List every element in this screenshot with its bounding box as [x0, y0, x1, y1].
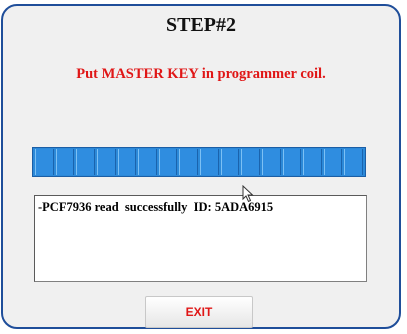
- log-line: -PCF7936 read successfully ID: 5ADA6915: [38, 200, 274, 214]
- progress-segment: [261, 149, 281, 175]
- instruction-text: Put MASTER KEY in programmer coil.: [76, 66, 326, 82]
- progress-segment: [96, 149, 116, 175]
- progress-segment: [55, 149, 75, 175]
- progress-segment: [282, 149, 302, 175]
- progress-segment: [303, 149, 322, 175]
- progress-segment: [179, 149, 198, 175]
- progress-bar: [32, 147, 366, 177]
- progress-segment: [344, 149, 363, 175]
- progress-segment: [323, 149, 343, 175]
- exit-button[interactable]: EXIT: [145, 296, 253, 328]
- progress-segment: [200, 149, 219, 175]
- step-title: STEP#2: [165, 14, 237, 36]
- log-textbox[interactable]: -PCF7936 read successfully ID: 5ADA6915: [34, 195, 367, 282]
- progress-segment: [158, 149, 178, 175]
- progress-segment: [117, 149, 137, 175]
- progress-segment: [241, 149, 260, 175]
- progress-segment: [35, 149, 54, 175]
- progress-segment: [220, 149, 240, 175]
- mouse-pointer-icon: [242, 185, 254, 203]
- progress-segment: [76, 149, 95, 175]
- progress-segment: [138, 149, 157, 175]
